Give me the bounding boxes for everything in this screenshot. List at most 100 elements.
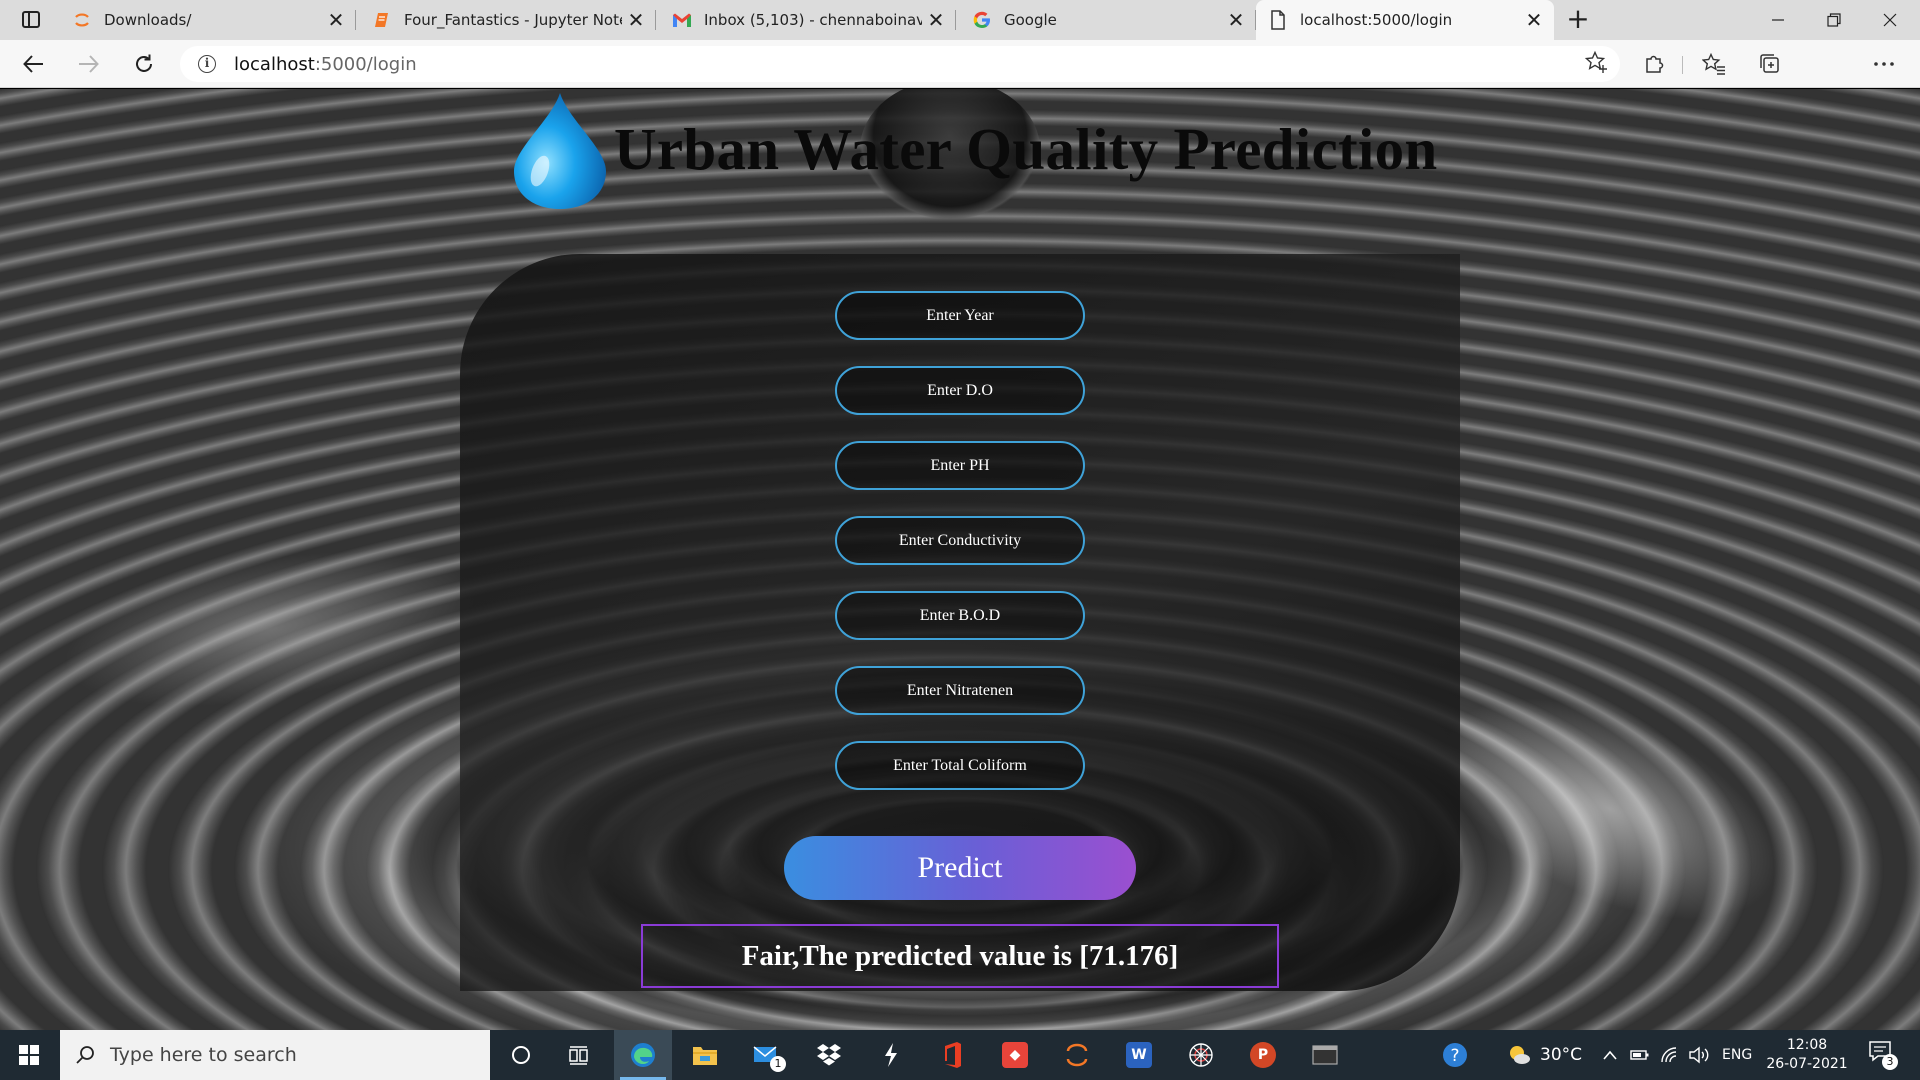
terminal-app[interactable] <box>1296 1030 1354 1080</box>
search-icon <box>74 1044 96 1066</box>
water-drop-icon <box>514 93 606 209</box>
forward-arrow-icon <box>79 55 99 73</box>
minimize-icon <box>1772 19 1784 21</box>
office-icon <box>945 1042 961 1068</box>
total-coliform-input[interactable] <box>835 741 1085 790</box>
bod-input[interactable] <box>835 591 1085 640</box>
start-button[interactable] <box>0 1030 58 1080</box>
mail-badge: 1 <box>770 1056 786 1072</box>
weather-temperature: 30°C <box>1540 1045 1583 1065</box>
close-tab-icon[interactable]: ✕ <box>922 6 950 34</box>
tab-actions-button[interactable] <box>14 8 48 34</box>
toolbar-divider <box>1682 56 1683 74</box>
water-highlight <box>51 523 489 735</box>
ph-input[interactable] <box>835 441 1085 490</box>
restore-button[interactable] <box>1806 0 1862 40</box>
word-icon: W <box>1126 1042 1152 1068</box>
year-input[interactable] <box>835 291 1085 340</box>
anydesk-icon: ◆ <box>1002 1042 1028 1068</box>
cortana-button[interactable] <box>492 1030 550 1080</box>
collections-icon <box>1760 54 1779 73</box>
word-app[interactable]: W <box>1110 1030 1168 1080</box>
site-info-icon[interactable]: i <box>198 55 216 73</box>
cortana-circle-icon <box>512 1046 530 1064</box>
more-dots-icon <box>1874 62 1894 66</box>
terminal-icon <box>1312 1045 1338 1065</box>
task-view-icon <box>569 1046 588 1065</box>
edge-app[interactable] <box>614 1030 672 1080</box>
tab-localhost-login[interactable]: localhost:5000/login ✕ <box>1256 0 1554 40</box>
tab-gmail-inbox[interactable]: Inbox (5,103) - chennaboinavaru ✕ <box>660 0 956 40</box>
input-language[interactable]: ENG <box>1722 1030 1752 1080</box>
taskbar-search[interactable]: Type here to search <box>60 1030 490 1080</box>
tab-separator <box>355 10 356 30</box>
clock-time: 12:08 <box>1786 1037 1828 1053</box>
page-icon <box>1268 10 1288 30</box>
add-favorite-icon[interactable] <box>1584 50 1608 80</box>
taskbar-clock[interactable]: 12:08 26-07-2021 <box>1762 1036 1852 1074</box>
tab-downloads[interactable]: Downloads/ ✕ <box>60 0 356 40</box>
weather-sun-cloud-icon <box>1510 1046 1530 1064</box>
page-background: Urban Water Quality Prediction Predict F… <box>0 89 1920 1030</box>
tab-title: Four_Fantastics - Jupyter Notebc <box>404 11 622 29</box>
nitratenen-input[interactable] <box>835 666 1085 715</box>
jupyter-taskbar-icon <box>1066 1043 1088 1067</box>
tab-actions-icon <box>22 11 40 28</box>
mail-app[interactable]: 1 <box>738 1030 796 1080</box>
address-bar[interactable]: i localhost:5000/login <box>180 46 1620 82</box>
tab-title: Inbox (5,103) - chennaboinavaru <box>704 11 922 29</box>
new-tab-button[interactable]: + <box>1562 4 1594 36</box>
close-window-button[interactable] <box>1862 0 1918 40</box>
predict-button[interactable]: Predict <box>784 836 1136 900</box>
back-button[interactable] <box>16 48 52 80</box>
page-title: Urban Water Quality Prediction <box>614 116 1438 182</box>
url-path: :5000/login <box>314 53 417 75</box>
svg-text:?: ? <box>1450 1046 1459 1066</box>
help-tray-icon[interactable]: ? <box>1440 1030 1470 1080</box>
pycharm-app[interactable] <box>862 1030 920 1080</box>
google-icon <box>972 10 992 30</box>
taskbar: Type here to search 1 ◆ W P ? 30°C ENG 1… <box>0 1030 1920 1080</box>
office-app[interactable] <box>924 1030 982 1080</box>
clock-date: 26-07-2021 <box>1766 1056 1848 1072</box>
weather-widget[interactable]: 30°C <box>1506 1030 1582 1080</box>
close-tab-icon[interactable]: ✕ <box>1520 6 1548 34</box>
anydesk-app[interactable]: ◆ <box>986 1030 1044 1080</box>
dropbox-icon <box>817 1044 841 1066</box>
refresh-button[interactable] <box>126 48 162 80</box>
tab-title: Google <box>1004 11 1057 29</box>
forward-button[interactable] <box>70 48 106 80</box>
do-input[interactable] <box>835 366 1085 415</box>
collections-button[interactable] <box>1752 48 1788 80</box>
restore-icon <box>1827 13 1841 27</box>
back-arrow-icon <box>23 55 43 73</box>
show-hidden-icons-button[interactable] <box>1602 1030 1618 1080</box>
conductivity-input[interactable] <box>835 516 1085 565</box>
wifi-tray[interactable] <box>1660 1030 1680 1080</box>
close-icon <box>1883 13 1897 27</box>
powerpoint-icon: P <box>1250 1042 1276 1068</box>
favorites-button[interactable] <box>1696 48 1732 80</box>
task-view-button[interactable] <box>550 1030 608 1080</box>
powerpoint-app[interactable]: P <box>1234 1030 1292 1080</box>
minimize-button[interactable] <box>1750 0 1806 40</box>
file-explorer-app[interactable] <box>676 1030 734 1080</box>
address-url[interactable]: localhost:5000/login <box>234 54 417 75</box>
network-app[interactable] <box>1172 1030 1230 1080</box>
volume-tray[interactable] <box>1688 1030 1710 1080</box>
tab-separator <box>955 10 956 30</box>
lightning-icon <box>885 1043 897 1067</box>
notification-center-button[interactable]: 3 <box>1868 1040 1898 1070</box>
speaker-icon <box>1689 1046 1709 1064</box>
close-tab-icon[interactable]: ✕ <box>622 6 650 34</box>
close-tab-icon[interactable]: ✕ <box>1222 6 1250 34</box>
tab-jupyter-notebook[interactable]: Four_Fantastics - Jupyter Notebc ✕ <box>360 0 656 40</box>
settings-more-button[interactable] <box>1866 48 1902 80</box>
dropbox-app[interactable] <box>800 1030 858 1080</box>
extensions-button[interactable] <box>1636 48 1672 80</box>
chevron-up-icon <box>1603 1050 1617 1060</box>
tab-google[interactable]: Google ✕ <box>960 0 1256 40</box>
battery-tray[interactable] <box>1630 1030 1650 1080</box>
jupyter-app[interactable] <box>1048 1030 1106 1080</box>
close-tab-icon[interactable]: ✕ <box>322 6 350 34</box>
